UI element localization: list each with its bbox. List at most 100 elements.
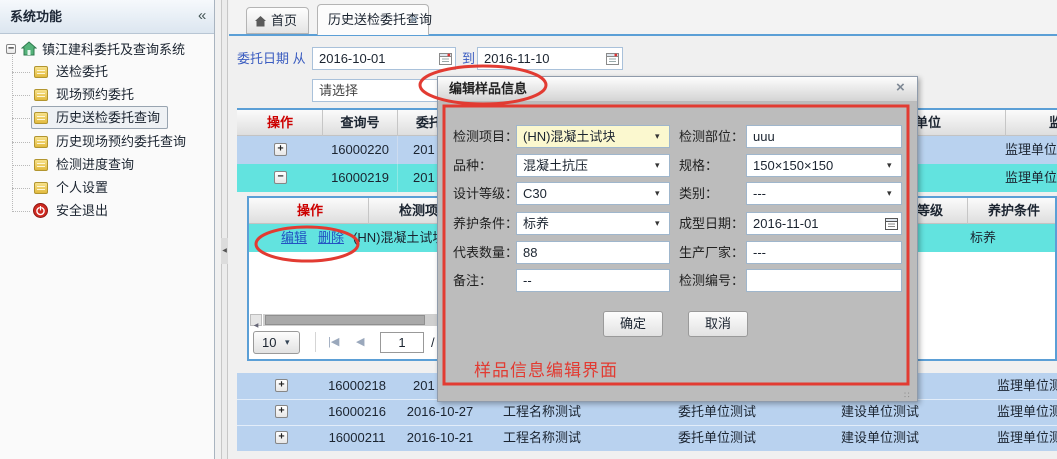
first-page-icon[interactable]: |◀ bbox=[328, 331, 339, 354]
folder-icon bbox=[34, 89, 48, 101]
cell-query-no: 16000219 bbox=[331, 164, 389, 192]
design-grade-value: C30 bbox=[523, 183, 547, 204]
expand-row-icon[interactable]: + bbox=[274, 143, 287, 156]
page-number-input[interactable]: 1 bbox=[380, 332, 424, 353]
cell-query-no: 16000216 bbox=[328, 399, 386, 425]
folder-icon bbox=[34, 112, 48, 124]
tree-guide-stub bbox=[12, 118, 30, 119]
spec-label: 规格： bbox=[679, 154, 718, 177]
page-size-select[interactable]: 10 ▾ bbox=[253, 331, 300, 354]
cell-date: 2016-10-27 bbox=[407, 399, 474, 425]
combo-arrow-icon[interactable]: ▾ bbox=[887, 183, 892, 204]
combo-arrow-icon[interactable]: ▾ bbox=[655, 126, 660, 147]
quantity-value: 88 bbox=[523, 242, 537, 263]
cell-query-no: 16000218 bbox=[328, 373, 386, 399]
breed-combo[interactable]: 混凝土抗压 ▾ bbox=[516, 154, 670, 177]
splitter-bar[interactable] bbox=[221, 0, 228, 459]
column-divider bbox=[1005, 110, 1006, 136]
sidebar-item-personal-settings[interactable]: 个人设置 bbox=[56, 177, 108, 199]
column-divider bbox=[368, 198, 369, 224]
manufacturer-value: --- bbox=[753, 242, 766, 263]
cell-supervise-unit: 监理单位测 bbox=[1005, 136, 1057, 164]
quantity-input[interactable]: 88 bbox=[516, 241, 670, 264]
date-from-value: 2016-10-01 bbox=[319, 48, 386, 69]
remark-input[interactable]: -- bbox=[516, 269, 670, 292]
dialog-resize-grip[interactable]: ∷ bbox=[904, 390, 910, 401]
test-part-value: uuu bbox=[753, 126, 775, 147]
annotation-caption: 样品信息编辑界面 bbox=[474, 356, 618, 381]
splitter[interactable]: ◀ bbox=[215, 0, 229, 459]
scroll-left-icon: ◀ bbox=[254, 323, 259, 329]
tab-home[interactable]: 首页 bbox=[246, 7, 309, 34]
sidebar-header: 系统功能 « bbox=[0, 0, 214, 34]
tab-close-icon[interactable]: × bbox=[410, 5, 418, 33]
tree-root-collapse-icon[interactable]: − bbox=[6, 44, 16, 54]
dialog-close-icon[interactable]: × bbox=[896, 77, 905, 99]
cell-project-name: 工程名称测试 bbox=[503, 425, 581, 451]
prev-page-icon[interactable]: ◀ bbox=[356, 331, 364, 354]
sidebar-item-site-reservation[interactable]: 现场预约委托 bbox=[56, 84, 134, 106]
cancel-button-label: 取消 bbox=[705, 316, 731, 331]
sidebar-item-history-site-query[interactable]: 历史现场预约委托查询 bbox=[56, 131, 186, 153]
breed-label: 品种： bbox=[453, 154, 492, 177]
cell-date-partial: 201 bbox=[413, 136, 435, 164]
date-to-input[interactable]: 2016-11-10 bbox=[477, 47, 623, 70]
cell-supervise-unit: 监理单位测试 bbox=[997, 399, 1057, 425]
project-select[interactable]: 请选择 bbox=[312, 79, 456, 102]
column-divider bbox=[322, 110, 323, 136]
tree-guide-stub bbox=[12, 165, 30, 166]
remark-value: -- bbox=[523, 270, 532, 291]
horizontal-scrollbar-thumb[interactable] bbox=[265, 315, 425, 325]
combo-arrow-icon[interactable]: ▾ bbox=[655, 155, 660, 176]
cure-condition-combo[interactable]: 标养 ▾ bbox=[516, 212, 670, 235]
mold-date-input[interactable]: 2016-11-01 bbox=[746, 212, 902, 235]
combo-arrow-icon[interactable]: ▾ bbox=[655, 213, 660, 234]
test-item-value: (HN)混凝土试块 bbox=[523, 126, 615, 147]
manufacturer-input[interactable]: --- bbox=[746, 241, 902, 264]
expand-row-icon[interactable]: + bbox=[275, 431, 288, 444]
test-item-label: 检测项目： bbox=[453, 125, 518, 148]
cancel-button[interactable]: 取消 bbox=[688, 311, 748, 337]
page-number-value: 1 bbox=[398, 335, 405, 350]
project-select-value: 请选择 bbox=[319, 80, 358, 101]
spec-value: 150×150×150 bbox=[753, 155, 833, 176]
header-query-no: 查询号 bbox=[340, 110, 379, 136]
expand-row-icon[interactable]: + bbox=[275, 379, 288, 392]
detail-cell-cure: 标养 bbox=[970, 224, 996, 252]
combo-arrow-icon[interactable]: ▾ bbox=[655, 183, 660, 204]
design-grade-combo[interactable]: C30 ▾ bbox=[516, 182, 670, 205]
delete-link[interactable]: 删除 bbox=[318, 224, 344, 252]
category-label: 类别： bbox=[679, 182, 718, 205]
tab-active[interactable]: 历史送检委托查询 × bbox=[317, 4, 429, 35]
category-combo[interactable]: --- ▾ bbox=[746, 182, 902, 205]
tree-root-label[interactable]: 镇江建科委托及查询系统 bbox=[42, 40, 185, 60]
header-supervise-unit: 监理单位 bbox=[1049, 110, 1057, 136]
spec-combo[interactable]: 150×150×150 ▾ bbox=[746, 154, 902, 177]
edit-link[interactable]: 编辑 bbox=[281, 224, 307, 252]
scrollbar-left-button[interactable]: ◀ bbox=[250, 314, 262, 326]
calendar-icon[interactable] bbox=[439, 52, 452, 65]
to-label: 到 bbox=[462, 47, 475, 71]
collapse-sidebar-icon[interactable]: « bbox=[198, 0, 206, 31]
folder-icon bbox=[34, 182, 48, 194]
sidebar-item-submit-commission[interactable]: 送检委托 bbox=[56, 61, 108, 83]
expand-row-icon[interactable]: + bbox=[275, 405, 288, 418]
sidebar-item-progress-query[interactable]: 检测进度查询 bbox=[56, 154, 134, 176]
combo-arrow-icon[interactable]: ▾ bbox=[887, 155, 892, 176]
sidebar-item-history-commission-query[interactable]: 历史送检委托查询 bbox=[56, 107, 160, 129]
calendar-icon[interactable] bbox=[885, 217, 898, 230]
cell-query-no: 16000211 bbox=[329, 425, 386, 451]
sidebar-item-logout[interactable]: 安全退出 bbox=[56, 200, 108, 222]
test-code-input[interactable] bbox=[746, 269, 902, 292]
splitter-collapse-handle[interactable]: ◀ bbox=[221, 238, 228, 264]
date-from-input[interactable]: 2016-10-01 bbox=[312, 47, 456, 70]
edit-sample-dialog: 编辑样品信息 × 检测项目： (HN)混凝土试块 ▾ 检测部位： uuu 品种：… bbox=[437, 76, 918, 402]
collapse-row-icon[interactable]: − bbox=[274, 171, 287, 184]
dialog-title-bar[interactable]: 编辑样品信息 × bbox=[438, 77, 917, 102]
ok-button[interactable]: 确定 bbox=[603, 311, 663, 337]
calendar-icon[interactable] bbox=[606, 52, 619, 65]
cell-query-no: 16000220 bbox=[331, 136, 389, 164]
test-part-input[interactable]: uuu bbox=[746, 125, 902, 148]
date-to-value: 2016-11-10 bbox=[484, 48, 550, 69]
test-item-combo[interactable]: (HN)混凝土试块 ▾ bbox=[516, 125, 670, 148]
